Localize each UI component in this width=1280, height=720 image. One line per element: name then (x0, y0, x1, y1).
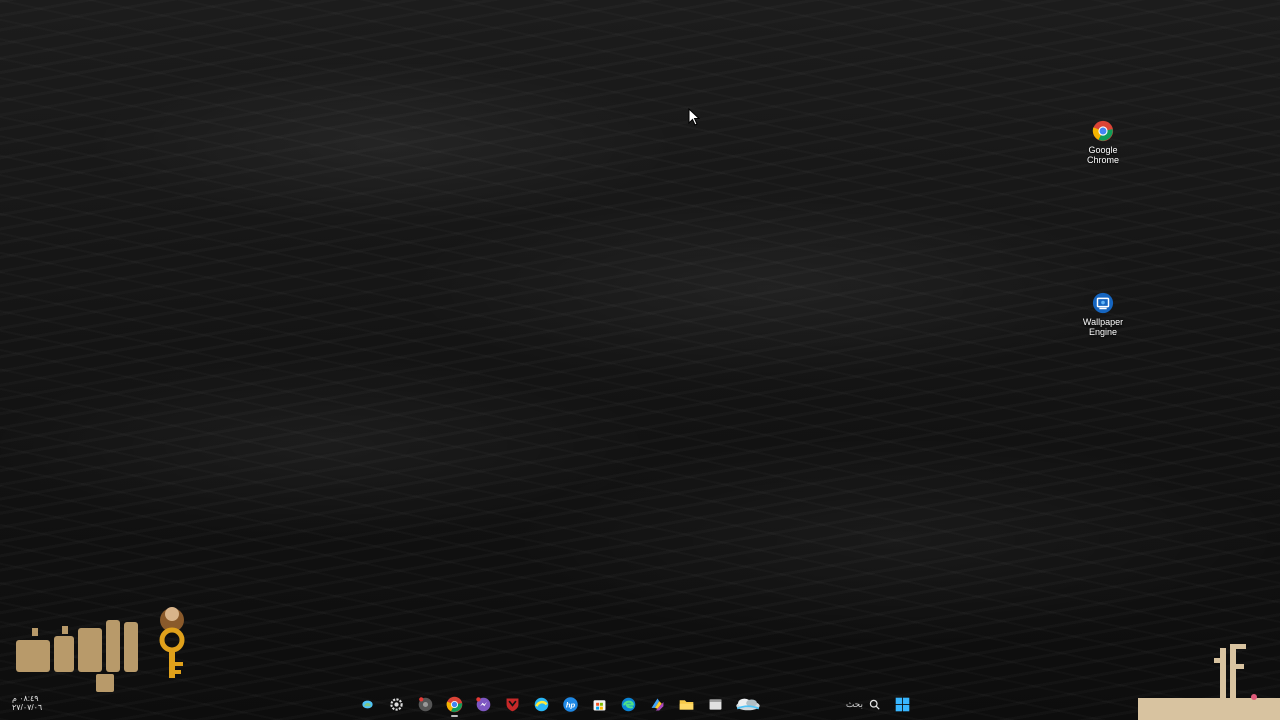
hp-icon[interactable]: hp (558, 692, 583, 717)
edge-icon[interactable] (616, 692, 641, 717)
store-icon[interactable] (587, 692, 612, 717)
watermark-caption: ٠٨:٤٩ م ٢٧/٠٧/٠٦ (12, 694, 42, 712)
settings-icon[interactable] (384, 692, 409, 717)
browser-icon[interactable] (529, 692, 554, 717)
desktop-icon-google-chrome[interactable]: Google Chrome (1075, 120, 1131, 165)
watermark-line: ٢٧/٠٧/٠٦ (12, 703, 43, 712)
folder-icon[interactable] (674, 692, 699, 717)
window-icon[interactable] (703, 692, 728, 717)
watermark-line: ٠٨:٤٩ م (12, 694, 39, 703)
corner-logo (1138, 644, 1280, 720)
taskbar-search[interactable]: بحث (768, 692, 886, 716)
mouse-cursor-icon (688, 108, 700, 126)
antivirus-icon[interactable] (500, 692, 525, 717)
desktop-icon-wallpaper-engine[interactable]: Wallpaper Engine (1075, 292, 1131, 337)
desktop-icon-label: Chrome (1086, 155, 1119, 165)
wallpaper-engine-icon (1092, 292, 1114, 314)
desktop-icon-label: Engine (1088, 327, 1118, 337)
channel-logo (16, 607, 185, 692)
start-icon[interactable] (890, 692, 915, 717)
chrome-icon[interactable] (442, 692, 467, 717)
svg-text:hp: hp (566, 700, 576, 709)
search-placeholder: بحث (845, 698, 863, 709)
weather-icon[interactable] (732, 692, 764, 716)
desktop-icon-label: Google (1088, 145, 1118, 155)
media-icon[interactable] (413, 692, 438, 717)
search-icon (869, 699, 880, 710)
taskbar: hp بحث (355, 690, 925, 718)
desktop-icon-label: Wallpaper (1082, 317, 1124, 327)
app-icon[interactable] (645, 692, 670, 717)
chrome-icon (1092, 120, 1114, 142)
copilot-icon[interactable] (355, 692, 380, 717)
messenger-icon[interactable] (471, 692, 496, 717)
